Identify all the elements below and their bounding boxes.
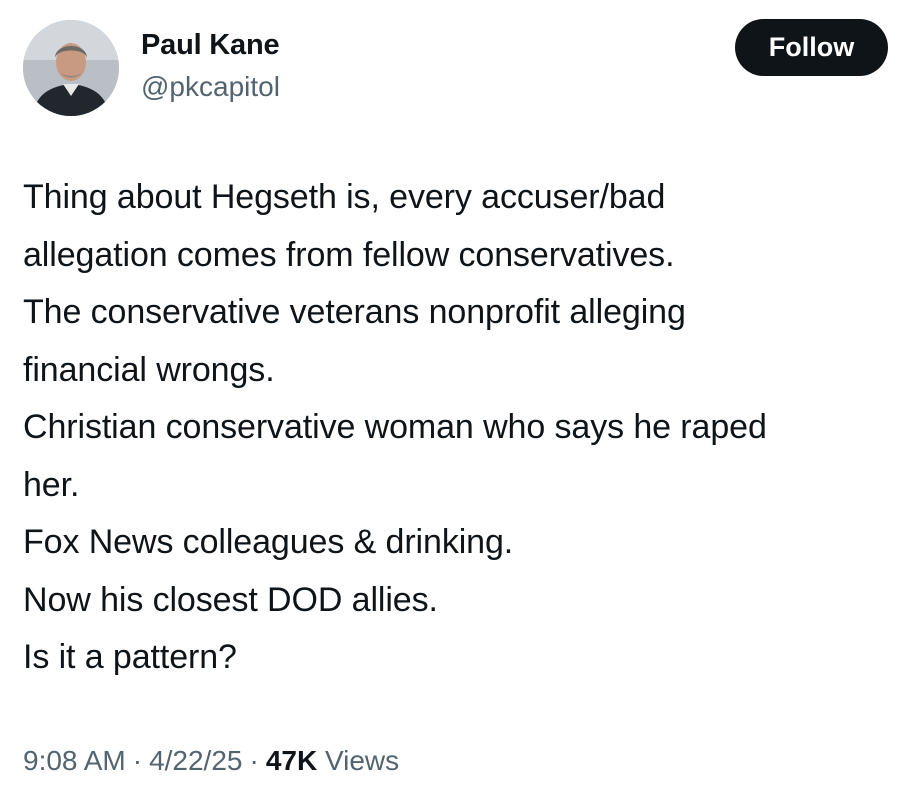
tweet-line: Fox News colleagues & drinking. (23, 523, 514, 561)
meta-separator: · (132, 745, 143, 776)
tweet-meta: 9:08 AM · 4/22/25 · 47K Views (23, 741, 399, 781)
author-avatar[interactable] (23, 20, 119, 116)
tweet-line: allegation comes from fellow conservativ… (23, 235, 675, 274)
tweet-line: Is it a pattern? (23, 638, 237, 676)
tweet-date[interactable]: 4/22/25 (149, 745, 242, 776)
tweet-line: Now his closest DOD allies. (23, 580, 438, 619)
tweet-text: Thing about Hegseth is, every accuser/ba… (23, 169, 903, 687)
author-handle[interactable]: @pkcapitol (141, 69, 280, 105)
avatar-photo-icon (23, 20, 119, 116)
views-count[interactable]: 47K (266, 745, 317, 776)
tweet-line: her. (23, 465, 80, 504)
tweet-time[interactable]: 9:08 AM (23, 745, 126, 776)
tweet-line: Christian conservative woman who says he… (23, 408, 767, 446)
tweet-line: The conservative veterans nonprofit alle… (23, 293, 686, 331)
follow-button[interactable]: Follow (735, 19, 888, 76)
views-label[interactable]: Views (325, 745, 399, 776)
author-display-name[interactable]: Paul Kane (141, 27, 280, 63)
meta-separator: · (249, 745, 259, 776)
tweet-line: Thing about Hegseth is, every accuser/ba… (23, 178, 666, 216)
tweet-line: financial wrongs. (23, 350, 275, 389)
